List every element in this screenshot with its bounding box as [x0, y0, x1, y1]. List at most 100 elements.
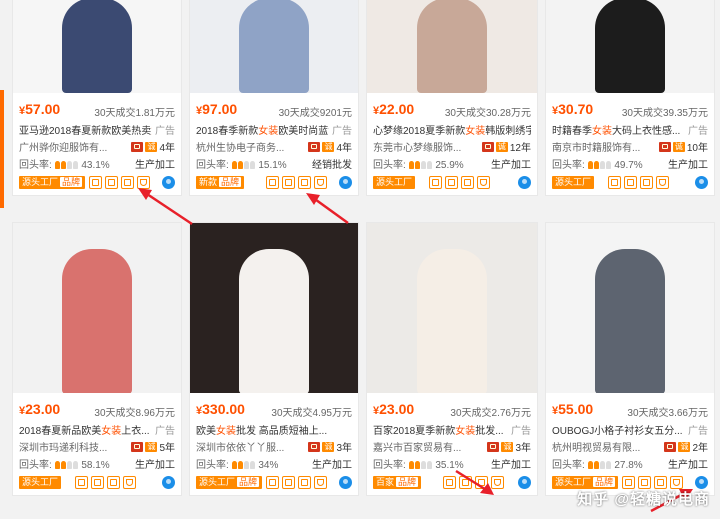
shield-icon: [314, 176, 327, 189]
shop-name[interactable]: 嘉兴市百家贸易有...: [373, 443, 461, 454]
business-mode: 生产加工: [668, 160, 708, 171]
product-card[interactable]: ¥57.00 30天成交1.81万元 亚马逊2018春夏新款欧美热卖女装... …: [12, 0, 182, 196]
membership-years: 3年: [336, 443, 352, 454]
supplier-badge-icon: 诚: [495, 141, 508, 152]
shop-name[interactable]: 南京市时籍服饰有...: [552, 143, 640, 154]
shield-icon: [314, 476, 327, 489]
material-icon: [608, 176, 621, 189]
membership-years: 5年: [159, 443, 175, 454]
person-icon: [54, 460, 79, 471]
wangwang-chat-icon[interactable]: [339, 476, 352, 489]
business-mode: 生产加工: [491, 460, 531, 471]
shop-name[interactable]: 东莞市心梦缘服饰...: [373, 143, 461, 154]
repurchase-rate: 43.1%: [81, 160, 110, 171]
wangwang-chat-icon[interactable]: [339, 176, 352, 189]
wangwang-chat-icon[interactable]: [695, 176, 708, 189]
product-image[interactable]: [367, 0, 537, 93]
photo-icon: [282, 476, 295, 489]
material-icon: [443, 476, 456, 489]
ad-label: 广告: [508, 422, 531, 436]
material-icon: [89, 176, 102, 189]
product-title[interactable]: 心梦缘2018夏季新款女装韩版刺绣字母圆领...: [373, 122, 531, 136]
business-mode: 生产加工: [135, 460, 175, 471]
shop-name[interactable]: 杭州明视贸易有限...: [552, 443, 640, 454]
business-mode: 经销批发: [312, 160, 352, 171]
membership-years: 3年: [515, 443, 531, 454]
product-title[interactable]: 亚马逊2018春夏新款欧美热卖女装... 广告: [19, 122, 175, 136]
product-image[interactable]: [13, 0, 181, 93]
repurchase-rate: 35.1%: [435, 460, 464, 471]
repurchase-rate: 58.1%: [81, 460, 110, 471]
product-image[interactable]: [546, 223, 714, 393]
photo-icon: [624, 176, 637, 189]
person-icon: [54, 160, 79, 171]
factory-tag: 源头工厂 品牌: [196, 476, 263, 489]
product-title[interactable]: 欧美女装批发 高品质短袖上...: [196, 422, 352, 436]
membership-years: 2年: [692, 443, 708, 454]
service-icon: [475, 476, 488, 489]
monthly-sales: 30天成交3.66万元: [627, 408, 708, 419]
business-mode: 生产加工: [135, 160, 175, 171]
product-card[interactable]: ¥22.00 30天成交30.28万元 心梦缘2018夏季新款女装韩版刺绣字母圆…: [366, 0, 538, 196]
product-image[interactable]: [13, 223, 181, 393]
product-title[interactable]: OUBOGJ小格子衬衫女五分... 广告: [552, 422, 708, 436]
shop-name[interactable]: 广州骅你迎服饰有...: [19, 143, 107, 154]
product-card[interactable]: ¥23.00 30天成交2.76万元 百家2018夏季新款女装批发... 广告 …: [366, 222, 538, 496]
trust-badge-icon: [131, 441, 144, 452]
wangwang-chat-icon[interactable]: [162, 176, 175, 189]
shop-name[interactable]: 杭州生协电子商务...: [196, 143, 284, 154]
wangwang-chat-icon[interactable]: [518, 476, 531, 489]
product-card[interactable]: ¥330.00 30天成交4.95万元 欧美女装批发 高品质短袖上... 深圳市…: [189, 222, 359, 496]
shield-icon: [477, 176, 490, 189]
product-image[interactable]: [190, 0, 358, 93]
product-card[interactable]: ¥55.00 30天成交3.66万元 OUBOGJ小格子衬衫女五分... 广告 …: [545, 222, 715, 496]
photo-icon: [459, 476, 472, 489]
supplier-badge-icon: 诚: [145, 141, 158, 152]
product-title[interactable]: 2018春夏新品欧美女装上衣... 广告: [19, 422, 175, 436]
product-image[interactable]: [190, 223, 358, 393]
service-icon: [298, 176, 311, 189]
product-title[interactable]: 2018春季新款女装欧美时尚蓝色条... 广告: [196, 122, 352, 136]
membership-years: 4年: [336, 143, 352, 154]
factory-tag: 源头工厂: [19, 476, 62, 489]
ad-label: 广告: [152, 422, 175, 436]
membership-years: 4年: [159, 143, 175, 154]
product-card[interactable]: ¥30.70 30天成交39.35万元 时籍春季女装大码上衣性感... 广告 南…: [545, 0, 715, 196]
product-image[interactable]: [546, 0, 714, 93]
wangwang-chat-icon[interactable]: [162, 476, 175, 489]
product-card[interactable]: ¥23.00 30天成交8.96万元 2018春夏新品欧美女装上衣... 广告 …: [12, 222, 182, 496]
watermark: 知乎 @轻糖说电商: [577, 491, 710, 508]
person-icon: [587, 160, 612, 171]
photo-icon: [91, 476, 104, 489]
product-title[interactable]: 时籍春季女装大码上衣性感... 广告: [552, 122, 708, 136]
monthly-sales: 30天成交8.96万元: [94, 408, 175, 419]
trust-badge-icon: [308, 441, 321, 452]
repurchase-label: 回头率:: [196, 160, 229, 171]
product-price: ¥30.70: [552, 101, 594, 117]
product-image[interactable]: [367, 223, 537, 393]
repurchase-label: 回头率:: [373, 160, 406, 171]
photo-icon: [445, 176, 458, 189]
repurchase-label: 回头率:: [19, 460, 52, 471]
person-icon: [231, 160, 256, 171]
person-icon: [408, 160, 433, 171]
shield-icon: [491, 476, 504, 489]
product-price: ¥330.00: [196, 401, 245, 417]
trust-badge-icon: [487, 441, 500, 452]
monthly-sales: 30天成交30.28万元: [444, 108, 531, 119]
trust-badge-icon: [131, 141, 144, 152]
trust-badge-icon: [481, 141, 494, 152]
shop-name[interactable]: 深圳市依依丫丫服...: [196, 443, 284, 454]
shop-name[interactable]: 深圳市玛递利科技...: [19, 443, 107, 454]
repurchase-label: 回头率:: [373, 460, 406, 471]
supplier-badge-icon: 诚: [322, 141, 335, 152]
material-icon: [75, 476, 88, 489]
supplier-badge-icon: 诚: [501, 441, 514, 452]
product-card[interactable]: ¥97.00 30天成交9201元 2018春季新款女装欧美时尚蓝色条... 广…: [189, 0, 359, 196]
product-price: ¥55.00: [552, 401, 594, 417]
monthly-sales: 30天成交39.35万元: [621, 108, 708, 119]
service-icon: [298, 476, 311, 489]
factory-tag: 新款 品牌: [196, 176, 245, 189]
product-title[interactable]: 百家2018夏季新款女装批发... 广告: [373, 422, 531, 436]
wangwang-chat-icon[interactable]: [518, 176, 531, 189]
